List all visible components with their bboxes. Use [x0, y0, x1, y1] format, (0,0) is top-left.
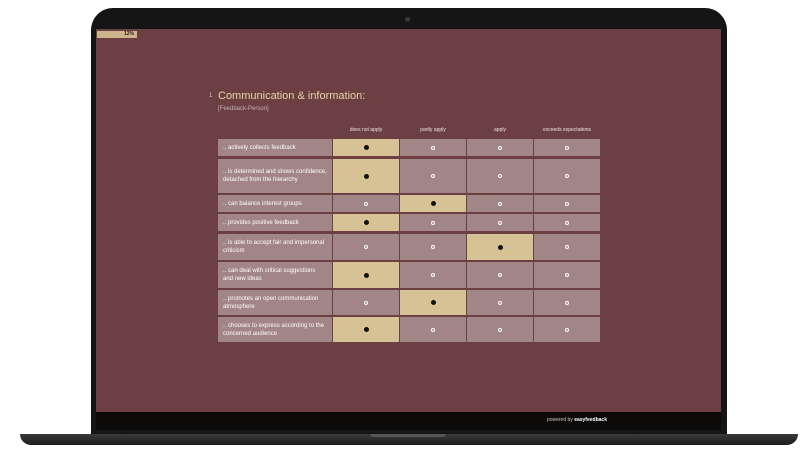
- question-number: 1: [209, 93, 213, 99]
- row-label: .. actively collects feedback: [218, 139, 332, 156]
- row-label: .. chooses to express according to the c…: [218, 317, 332, 342]
- radio-empty-icon[interactable]: [565, 327, 569, 332]
- radio-empty-icon[interactable]: [364, 300, 368, 305]
- radio-empty-icon[interactable]: [431, 220, 435, 225]
- rating-cell[interactable]: [400, 214, 466, 231]
- progress-indicator: 12%: [97, 31, 137, 38]
- radio-empty-icon[interactable]: [498, 201, 502, 206]
- rating-cell[interactable]: [400, 317, 466, 342]
- rating-cell[interactable]: [534, 139, 600, 156]
- rating-cell[interactable]: [467, 317, 533, 342]
- radio-empty-icon[interactable]: [565, 220, 569, 225]
- rating-cell[interactable]: [534, 159, 600, 193]
- rating-cell[interactable]: [534, 195, 600, 212]
- survey-screen: 12% 1 Communication & information: [Feed…: [96, 29, 721, 430]
- radio-empty-icon[interactable]: [565, 300, 569, 305]
- row-label: .. provides positive feedback: [218, 214, 332, 231]
- radio-checked-icon[interactable]: [497, 244, 503, 250]
- row-label: .. promotes an open communication atmosp…: [218, 290, 332, 315]
- rating-cell[interactable]: [467, 262, 533, 288]
- rating-cell[interactable]: [400, 290, 466, 315]
- column-header: does not apply: [349, 127, 383, 133]
- rating-cell[interactable]: [467, 214, 533, 231]
- column-header: exceeds expectations: [542, 127, 592, 133]
- radio-empty-icon[interactable]: [364, 245, 368, 249]
- brand-name[interactable]: easyfeedback: [574, 417, 607, 423]
- rating-cell[interactable]: [333, 234, 399, 260]
- column-header: partly apply: [420, 127, 446, 133]
- rating-cell[interactable]: [534, 317, 600, 342]
- radio-empty-icon[interactable]: [431, 327, 435, 332]
- rating-cell[interactable]: [400, 262, 466, 288]
- rating-cell[interactable]: [333, 290, 399, 315]
- radio-checked-icon[interactable]: [363, 145, 369, 150]
- rating-cell[interactable]: [534, 214, 600, 231]
- rating-cell[interactable]: [333, 195, 399, 212]
- radio-empty-icon[interactable]: [431, 174, 435, 178]
- rating-cell[interactable]: [400, 139, 466, 156]
- radio-checked-icon[interactable]: [363, 173, 369, 179]
- radio-empty-icon[interactable]: [498, 273, 502, 277]
- rating-cell[interactable]: [467, 234, 533, 260]
- powered-by: powered by easyfeedback: [547, 417, 607, 423]
- rating-cell[interactable]: [467, 159, 533, 193]
- radio-checked-icon[interactable]: [430, 300, 436, 305]
- rating-cell[interactable]: [467, 290, 533, 315]
- radio-checked-icon[interactable]: [363, 272, 369, 278]
- radio-empty-icon[interactable]: [498, 327, 502, 332]
- rating-cell[interactable]: [333, 159, 399, 193]
- row-label: .. can deal with critical suggestions an…: [218, 262, 332, 288]
- column-header: apply: [494, 127, 506, 133]
- rating-cell[interactable]: [534, 290, 600, 315]
- radio-empty-icon[interactable]: [498, 145, 502, 150]
- rating-cell[interactable]: [467, 195, 533, 212]
- radio-empty-icon[interactable]: [364, 201, 368, 206]
- rating-cell[interactable]: [333, 262, 399, 288]
- rating-cell[interactable]: [467, 139, 533, 156]
- radio-empty-icon[interactable]: [565, 174, 569, 178]
- powered-prefix: powered by: [546, 417, 575, 423]
- rating-cell[interactable]: [333, 317, 399, 342]
- rating-cell[interactable]: [534, 234, 600, 260]
- radio-empty-icon[interactable]: [498, 220, 502, 225]
- rating-cell[interactable]: [400, 234, 466, 260]
- laptop-notch: [370, 434, 446, 437]
- footer: powered by easyfeedback: [96, 412, 721, 430]
- rating-cell[interactable]: [534, 262, 600, 288]
- camera-icon: [405, 17, 410, 22]
- radio-empty-icon[interactable]: [565, 273, 569, 277]
- radio-empty-icon[interactable]: [431, 145, 435, 150]
- row-label: .. can balance interest groups: [218, 195, 332, 212]
- radio-empty-icon[interactable]: [565, 245, 569, 249]
- rating-cell[interactable]: [400, 159, 466, 193]
- radio-empty-icon[interactable]: [498, 174, 502, 178]
- radio-empty-icon[interactable]: [498, 300, 502, 305]
- rating-cell[interactable]: [333, 139, 399, 156]
- rating-cell[interactable]: [333, 214, 399, 231]
- question-subtitle: [Feedback-Person]: [218, 106, 269, 112]
- radio-checked-icon[interactable]: [430, 201, 436, 206]
- radio-empty-icon[interactable]: [431, 273, 435, 277]
- radio-empty-icon[interactable]: [565, 145, 569, 150]
- radio-checked-icon[interactable]: [363, 327, 369, 332]
- row-label: .. is determined and shows confidence, d…: [218, 159, 332, 193]
- question-title: Communication & information:: [218, 90, 366, 102]
- radio-empty-icon[interactable]: [431, 245, 435, 249]
- row-label: .. is able to accept fair and impersonal…: [218, 234, 332, 260]
- radio-checked-icon[interactable]: [363, 220, 369, 225]
- radio-empty-icon[interactable]: [565, 201, 569, 206]
- rating-cell[interactable]: [400, 195, 466, 212]
